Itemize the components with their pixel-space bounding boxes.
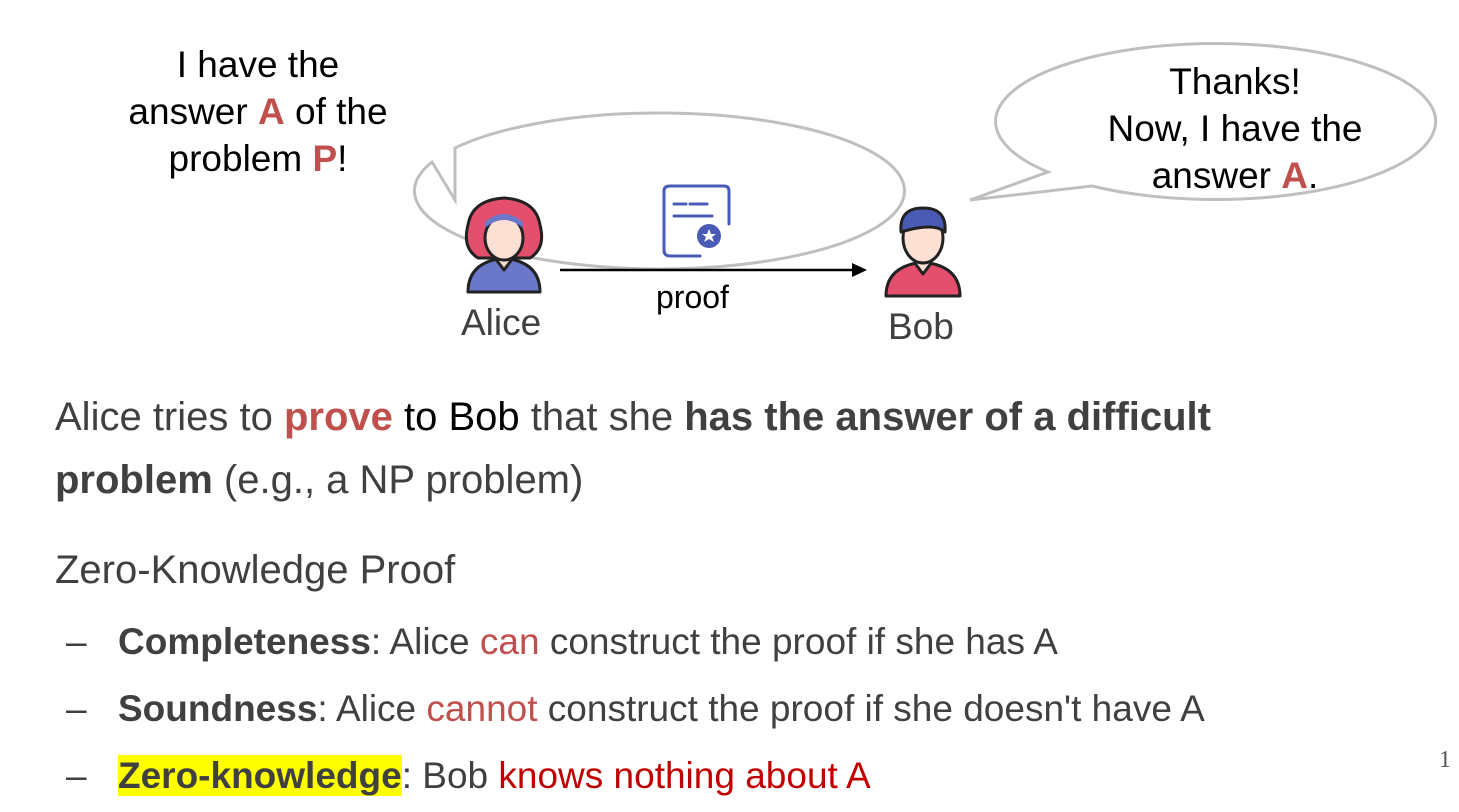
page-number: 1 — [1439, 747, 1451, 773]
bullet-highlight: cannot — [426, 688, 538, 729]
bob-bubble-line1: Thanks! — [1169, 61, 1301, 102]
bullet-dash: – — [66, 621, 87, 662]
bob-avatar-icon — [884, 206, 962, 298]
statement-line1: Alice tries to prove to Bob that she has… — [55, 395, 1211, 440]
bullet-term: Soundness — [118, 688, 318, 729]
statement-emphasis: has the answer of a difficult — [684, 395, 1211, 439]
alice-label: Alice — [461, 302, 542, 343]
bullet-term: Completeness — [118, 621, 371, 662]
bob-bubble-line3: answer A. — [1085, 152, 1385, 199]
bob-label: Bob — [888, 306, 954, 347]
answer-symbol: A — [1281, 155, 1308, 196]
statement-text: to Bob — [392, 395, 520, 439]
bullet-text: : Alice — [317, 688, 427, 729]
bullet-highlight: knows nothing about A — [498, 755, 871, 796]
alice-avatar-icon — [464, 196, 544, 294]
alice-bubble-line2: answer A of the — [118, 88, 398, 135]
bullet-text: : Alice — [370, 621, 480, 662]
bullet-dash: – — [66, 688, 87, 729]
bullet-text: construct the proof if she has A — [539, 621, 1058, 662]
alice-bubble-line3-pre: problem — [168, 138, 313, 179]
bob-bubble-line2: Now, I have the — [1107, 108, 1363, 149]
alice-bubble-line2-pre: answer — [128, 91, 258, 132]
alice-speech-text: I have the answer A of the problem P! — [118, 41, 398, 182]
statement-emphasis: problem — [55, 458, 213, 502]
prove-keyword: prove — [283, 395, 393, 439]
bullet-completeness: – Completeness: Alice can construct the p… — [66, 621, 1058, 663]
bob-bubble-line3-post: . — [1308, 155, 1319, 196]
bullet-highlight: can — [479, 621, 540, 662]
bullet-text: : Bob — [401, 755, 499, 796]
proof-label: proof — [656, 279, 729, 315]
alice-bubble-line3: problem P! — [118, 135, 398, 182]
statement-line2: problem (e.g., a NP problem) — [55, 458, 583, 503]
bullet-term: Zero-knowledge — [118, 755, 402, 796]
alice-bubble-line2-post: of the — [284, 91, 388, 132]
bullet-text: construct the proof if she doesn't have … — [537, 688, 1205, 729]
bullet-soundness: – Soundness: Alice cannot construct the p… — [66, 688, 1205, 730]
bob-bubble-line3-pre: answer — [1151, 155, 1282, 196]
statement-text: that she — [519, 395, 685, 439]
alice-bubble-line3-post: ! — [337, 138, 348, 179]
problem-symbol: P — [312, 138, 338, 179]
answer-symbol: A — [257, 91, 285, 132]
zkp-heading: Zero-Knowledge Proof — [55, 548, 456, 592]
bullet-dash: – — [66, 755, 87, 796]
bullet-zero-knowledge: – Zero-knowledge: Bob knows nothing about… — [66, 755, 871, 797]
alice-bubble-line1: I have the — [176, 44, 340, 85]
bob-speech-text: Thanks! Now, I have the answer A. — [1085, 58, 1385, 199]
statement-text: Alice tries to — [55, 395, 284, 439]
statement-text: (e.g., a NP problem) — [212, 458, 584, 502]
